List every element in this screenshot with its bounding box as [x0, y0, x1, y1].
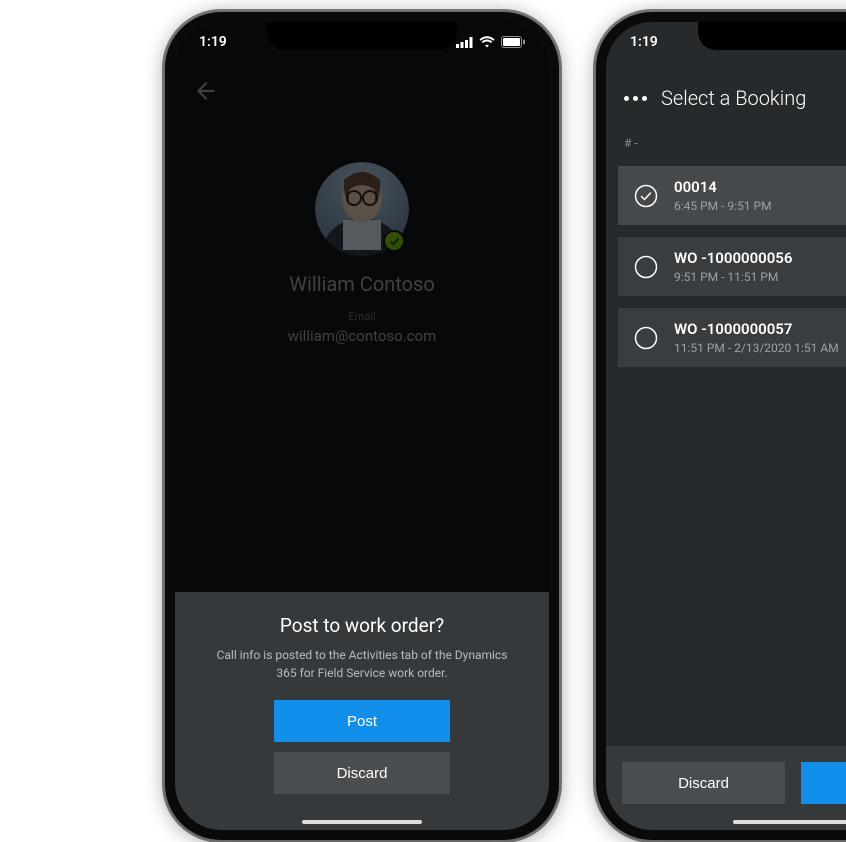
booking-list: 00014 6:45 PM - 9:51 PM WO -1000000056 9…	[618, 166, 846, 367]
home-indicator[interactable]	[733, 820, 846, 824]
section-heading: # -	[624, 136, 638, 150]
booking-item-wo56[interactable]: WO -1000000056 9:51 PM - 11:51 PM	[618, 237, 846, 296]
booking-time: 6:45 PM - 9:51 PM	[674, 199, 772, 213]
booking-footer: Discard	[606, 746, 846, 830]
booking-item-00014[interactable]: 00014 6:45 PM - 9:51 PM	[618, 166, 846, 225]
page-title: Select a Booking	[661, 86, 806, 110]
sheet-description: Call info is posted to the Activities ta…	[191, 647, 533, 682]
dots-icon	[624, 96, 629, 101]
status-time: 1:19	[199, 34, 227, 50]
discard-button[interactable]: Discard	[274, 752, 450, 794]
booking-title: WO -1000000057	[674, 320, 839, 338]
discard-button[interactable]: Discard	[622, 762, 785, 804]
wifi-icon	[479, 36, 495, 48]
status-time: 1:19	[630, 34, 658, 50]
radio-unselected	[634, 326, 658, 350]
booking-title: 00014	[674, 178, 772, 196]
radio-unchecked-icon	[634, 326, 658, 350]
home-indicator[interactable]	[302, 820, 422, 824]
more-menu-button[interactable]	[624, 96, 647, 101]
radio-unchecked-icon	[634, 255, 658, 279]
radio-unselected	[634, 255, 658, 279]
radio-selected	[634, 184, 658, 208]
select-booking-header: Select a Booking	[606, 74, 846, 124]
booking-item-wo57[interactable]: WO -1000000057 11:51 PM - 2/13/2020 1:51…	[618, 308, 846, 367]
booking-time: 11:51 PM - 2/13/2020 1:51 AM	[674, 341, 839, 355]
cellular-icon	[456, 37, 473, 48]
post-button[interactable]: Post	[274, 700, 450, 742]
battery-icon	[501, 36, 525, 48]
radio-checked-icon	[634, 184, 658, 208]
booking-title: WO -1000000056	[674, 249, 792, 267]
confirm-button[interactable]	[801, 762, 846, 804]
sheet-title: Post to work order?	[191, 614, 533, 637]
post-sheet: Post to work order? Call info is posted …	[175, 592, 549, 830]
booking-time: 9:51 PM - 11:51 PM	[674, 270, 792, 284]
